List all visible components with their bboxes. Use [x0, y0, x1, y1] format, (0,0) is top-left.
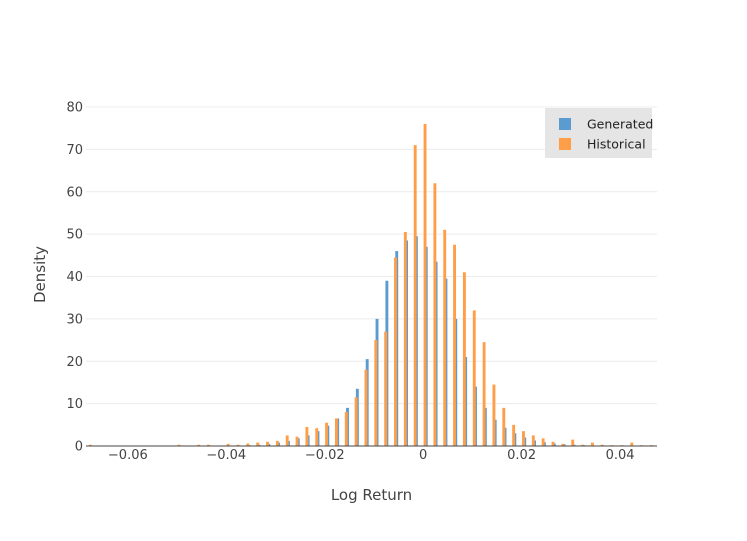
y-tick-label: 10 [66, 397, 83, 412]
bar-historical[interactable] [325, 423, 328, 446]
legend: Generated Historical [545, 108, 653, 158]
x-tick-label: 0 [419, 448, 427, 463]
bar-historical[interactable] [305, 427, 308, 446]
bar-historical[interactable] [286, 435, 289, 446]
bar-historical[interactable] [335, 418, 338, 446]
y-tick-label: 50 [66, 228, 83, 243]
x-tick-label: 0.02 [507, 448, 536, 463]
bar-historical[interactable] [315, 428, 318, 446]
bar-historical[interactable] [473, 310, 476, 446]
bar-historical[interactable] [552, 442, 555, 446]
bar-historical[interactable] [591, 443, 594, 446]
bar-historical[interactable] [483, 342, 486, 446]
y-tick-label: 70 [66, 143, 83, 158]
bar-historical[interactable] [276, 441, 279, 446]
bar-historical[interactable] [542, 438, 545, 446]
x-axis-title: Log Return [331, 486, 412, 504]
bar-historical[interactable] [502, 408, 505, 446]
y-tick-label: 40 [66, 270, 83, 285]
bar-historical[interactable] [394, 257, 397, 446]
bars [89, 124, 653, 446]
bar-historical[interactable] [433, 183, 436, 446]
x-tick-label: 0.04 [606, 448, 635, 463]
bar-historical[interactable] [296, 437, 299, 446]
bar-historical[interactable] [424, 124, 427, 446]
bar-historical[interactable] [256, 443, 259, 446]
bar-historical[interactable] [522, 431, 525, 446]
legend-swatch-generated[interactable] [559, 118, 571, 130]
histogram-chart: 0 10 20 30 40 50 60 70 80 −0.06 −0.04 −0.02 0 0.02 0.0… [0, 0, 747, 536]
x-tick-label: −0.04 [206, 448, 246, 463]
y-tick-label: 80 [66, 101, 83, 116]
bar-historical[interactable] [571, 440, 574, 446]
bar-historical[interactable] [414, 145, 417, 446]
x-tick-label: −0.06 [108, 448, 148, 463]
y-tick-label: 20 [66, 355, 83, 370]
bar-historical[interactable] [365, 370, 368, 446]
legend-label-historical[interactable]: Historical [587, 137, 646, 152]
bar-historical[interactable] [630, 443, 633, 446]
bar-historical[interactable] [493, 385, 496, 446]
bar-historical[interactable] [463, 272, 466, 446]
bar-historical[interactable] [532, 435, 535, 446]
bar-historical[interactable] [266, 442, 269, 446]
chart-svg: 0 10 20 30 40 50 60 70 80 −0.06 −0.04 −0.02 0 0.02 0.0… [0, 0, 747, 536]
bar-historical[interactable] [374, 340, 377, 446]
bar-historical[interactable] [453, 245, 456, 446]
y-tick-label: 60 [66, 185, 83, 200]
y-tick-label: 0 [75, 440, 83, 455]
bar-historical[interactable] [384, 332, 387, 446]
bar-historical[interactable] [345, 412, 348, 446]
legend-label-generated[interactable]: Generated [587, 117, 653, 132]
y-tick-label: 30 [66, 312, 83, 327]
bar-historical[interactable] [512, 425, 515, 446]
bar-historical[interactable] [404, 232, 407, 446]
legend-swatch-historical[interactable] [559, 138, 571, 150]
bar-historical[interactable] [443, 230, 446, 446]
x-tick-label: −0.02 [305, 448, 345, 463]
y-axis-title: Density [31, 246, 49, 303]
bar-historical[interactable] [355, 397, 358, 446]
